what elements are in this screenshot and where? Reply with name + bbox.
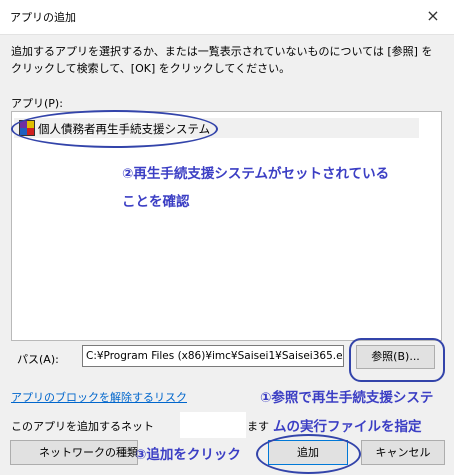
unblock-risk-link[interactable]: アプリのブロックを解除するリスク: [11, 389, 187, 405]
path-label: パス(A):: [17, 353, 59, 366]
cancel-button[interactable]: キャンセル: [361, 440, 445, 465]
annotation-oval-browse: [349, 338, 445, 382]
instructions-text: 追加するアプリを選択するか、または一覧表示されていないものについては [参照] …: [11, 45, 433, 75]
annotation-step1-line2: ムの実行ファイルを指定: [273, 419, 422, 435]
annotation-step1-line1: ①参照で再生手続支援システ: [260, 390, 434, 406]
path-field[interactable]: C:¥Program Files (x86)¥imc¥Saisei1¥Saise…: [82, 345, 344, 367]
window-title: アプリの追加: [10, 11, 76, 24]
annotation-step2-line1: ②再生手続支援システムがセットされている: [122, 166, 390, 182]
network-info-text: このアプリを追加するネット: [11, 420, 154, 433]
close-icon[interactable]: ×: [420, 4, 446, 28]
title-bar: アプリの追加 ×: [0, 0, 454, 35]
annotation-step2-line2: ことを確認: [122, 194, 190, 210]
annotation-oval-list: [11, 110, 218, 148]
redaction-patch: [180, 412, 246, 438]
network-types-button[interactable]: ネットワークの種類(: [10, 440, 138, 465]
network-info-text-suffix: ます: [247, 420, 269, 433]
annotation-step3: ③追加をクリック: [135, 447, 241, 463]
apps-label: アプリ(P):: [11, 97, 63, 110]
annotation-oval-add: [256, 434, 361, 474]
